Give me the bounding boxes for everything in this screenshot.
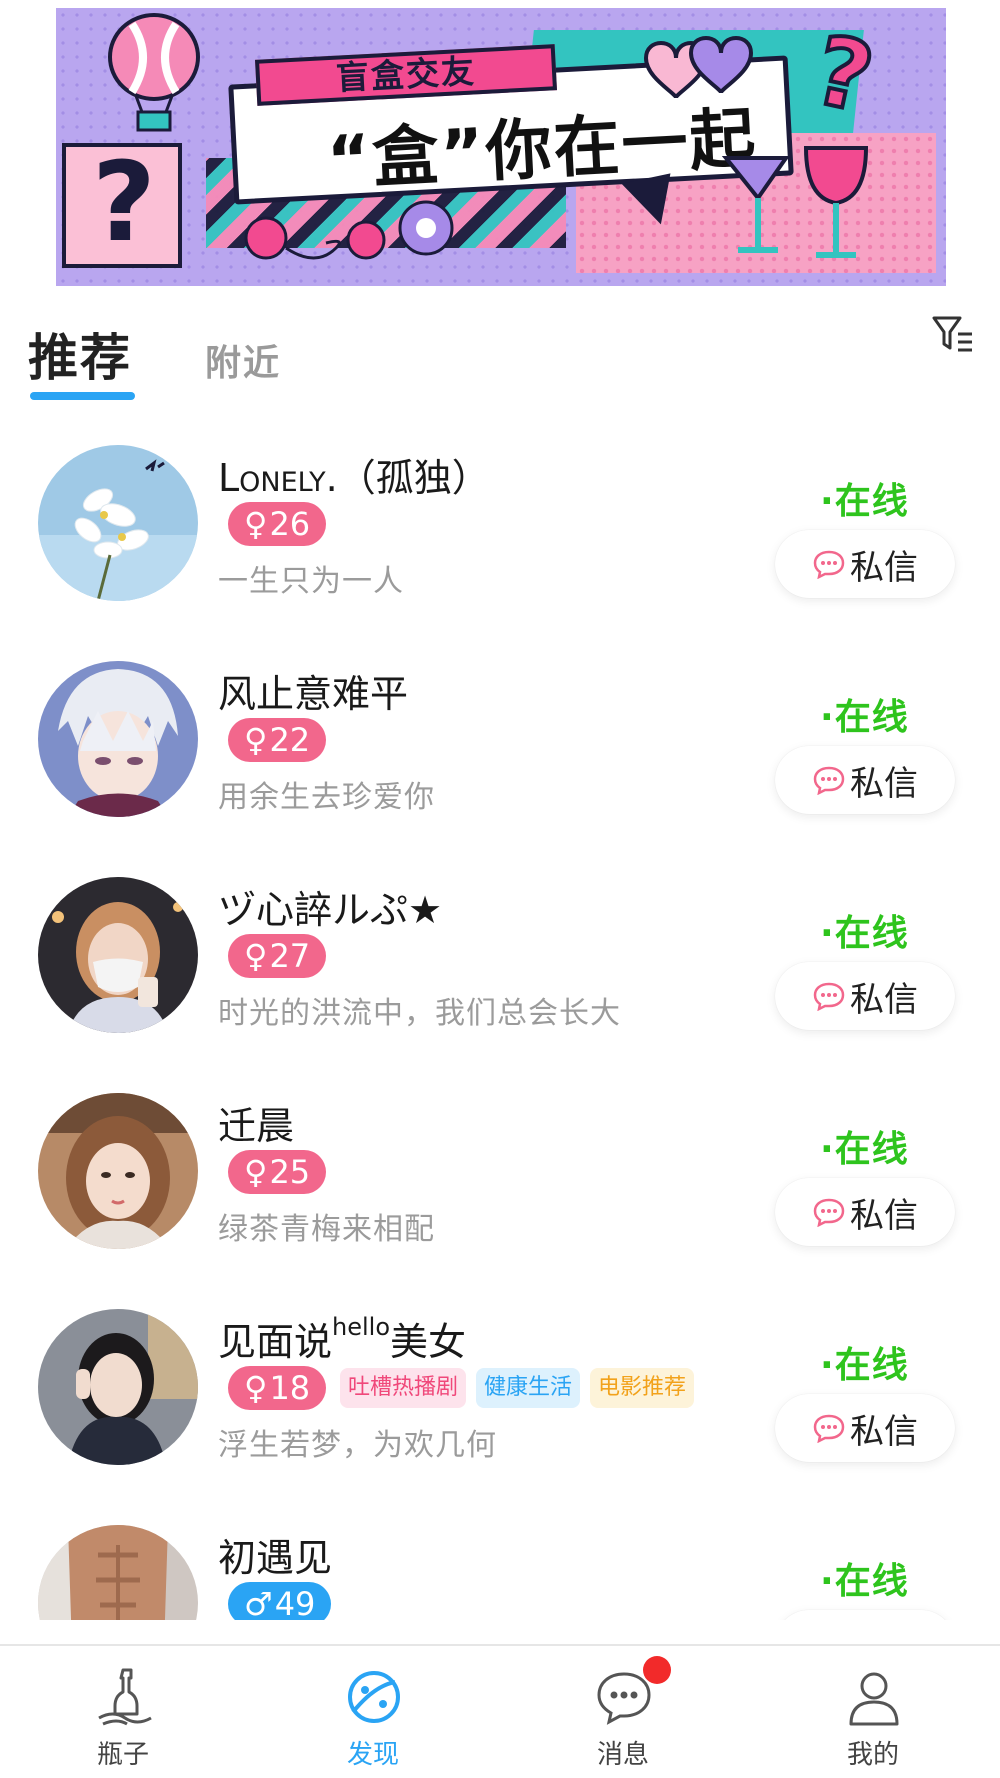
- profile-icon: [849, 1672, 899, 1726]
- username: 风止意难平: [218, 672, 409, 716]
- hearts-icon: [643, 36, 754, 99]
- user-card[interactable]: 初遇见 ♂49 ·在线 私信: [0, 1510, 1000, 1620]
- gender-age-badge: ♀ 18: [228, 1366, 327, 1410]
- user-card[interactable]: 风止意难平 ♀ 22 用余生去珍爱你 ·在线 私信: [0, 646, 1000, 862]
- private-message-button[interactable]: 私信: [775, 530, 955, 598]
- message-label: 私信: [850, 1620, 918, 1621]
- avatar[interactable]: [38, 661, 198, 817]
- chat-bubble-icon: [813, 1198, 845, 1227]
- age: 49: [274, 1585, 316, 1620]
- user-card[interactable]: ヅ心誶ルぷ★ ♀ 27 时光的洪流中，我们总会长大 ·在线 私信: [0, 862, 1000, 1078]
- cocktail-glasses-icon: [721, 146, 869, 258]
- billiard-balls-icon: [244, 200, 454, 260]
- female-icon: ♀: [244, 505, 268, 543]
- nav-label: 瓶子: [96, 1740, 149, 1770]
- private-message-button[interactable]: 私信: [775, 962, 955, 1030]
- message-label: 私信: [850, 1195, 918, 1236]
- online-status: ·在线: [820, 697, 909, 738]
- message-label: 私信: [850, 1411, 918, 1452]
- username: Lonely.（孤独）: [218, 456, 490, 500]
- avatar[interactable]: [38, 1093, 198, 1249]
- user-bio: 时光的洪流中，我们总会长大: [218, 996, 621, 1031]
- interest-tags: 吐槽热播剧 健康生活 电影推荐: [340, 1368, 695, 1408]
- online-status: ·在线: [820, 1561, 909, 1602]
- male-icon: ♂: [244, 1585, 273, 1620]
- bottle-icon: [98, 1668, 152, 1726]
- chat-bubble-icon: [813, 550, 845, 579]
- female-icon: ♀: [244, 721, 268, 759]
- avatar[interactable]: [38, 1309, 198, 1465]
- user-card[interactable]: Lonely.（孤独） ♀ 26 一生只为一人 ·在线 私信: [0, 430, 1000, 646]
- nav-bottle[interactable]: 瓶子: [48, 1646, 198, 1778]
- chat-bubble-icon: [813, 1414, 845, 1443]
- user-bio: 浮生若梦，为欢几何: [218, 1428, 497, 1463]
- age: 26: [269, 505, 311, 543]
- female-icon: ♀: [244, 937, 268, 975]
- private-message-button[interactable]: 私信: [775, 1394, 955, 1462]
- age: 25: [269, 1153, 311, 1191]
- user-bio: 绿茶青梅来相配: [218, 1212, 435, 1247]
- gender-age-badge: ♀ 26: [228, 502, 327, 546]
- female-icon: ♀: [244, 1153, 268, 1191]
- username: 见面说hello美女: [218, 1313, 467, 1364]
- planet-icon: [348, 1671, 400, 1723]
- nav-label: 发现: [346, 1740, 399, 1770]
- private-message-button[interactable]: 私信: [775, 1610, 955, 1620]
- private-message-button[interactable]: 私信: [775, 746, 955, 814]
- username: ヅ心誶ルぷ★: [218, 888, 443, 932]
- notification-dot: [643, 1656, 671, 1684]
- filter-icon[interactable]: [930, 312, 976, 358]
- message-label: 私信: [850, 979, 918, 1020]
- online-status: ·在线: [820, 481, 909, 522]
- private-message-button[interactable]: 私信: [775, 1178, 955, 1246]
- user-bio: 用余生去珍爱你: [218, 780, 435, 815]
- age: 18: [269, 1369, 311, 1407]
- female-icon: ♀: [244, 1369, 268, 1407]
- username: 初遇见: [218, 1536, 333, 1580]
- bottom-navigation: 瓶子 发现 消息 我的: [0, 1644, 1000, 1778]
- age: 27: [269, 937, 311, 975]
- nav-label: 消息: [596, 1740, 649, 1770]
- chat-bubble-icon: [813, 766, 845, 795]
- promo-banner[interactable]: ? 盲盒交友 “盒”你在一起 ?: [56, 8, 946, 286]
- avatar[interactable]: [38, 877, 198, 1033]
- online-status: ·在线: [820, 913, 909, 954]
- tab-nearby[interactable]: 附近: [205, 334, 281, 386]
- online-status: ·在线: [820, 1129, 909, 1170]
- user-list: Lonely.（孤独） ♀ 26 一生只为一人 ·在线 私信 风止意难平 ♀ 22: [0, 430, 1000, 1620]
- age: 22: [269, 721, 311, 759]
- gender-age-badge: ♂ 49: [228, 1582, 332, 1620]
- chat-bubble-icon: [813, 982, 845, 1011]
- interest-tag[interactable]: 健康生活: [476, 1368, 581, 1408]
- gender-age-badge: ♀ 22: [228, 718, 327, 762]
- avatar[interactable]: [38, 445, 198, 601]
- feed-tabs: 推荐 附近: [0, 300, 1000, 410]
- message-label: 私信: [850, 763, 918, 804]
- user-bio: 一生只为一人: [218, 564, 404, 599]
- user-card[interactable]: 迁晨 ♀ 25 绿茶青梅来相配 ·在线 私信: [0, 1078, 1000, 1294]
- gender-age-badge: ♀ 25: [228, 1150, 327, 1194]
- interest-tag[interactable]: 电影推荐: [590, 1368, 695, 1408]
- hot-air-balloon-icon: [108, 13, 200, 132]
- online-status: ·在线: [820, 1345, 909, 1386]
- message-label: 私信: [850, 547, 918, 588]
- interest-tag[interactable]: 吐槽热播剧: [340, 1368, 467, 1408]
- avatar[interactable]: [38, 1525, 198, 1620]
- nav-label: 我的: [846, 1740, 899, 1770]
- active-tab-indicator: [30, 392, 135, 400]
- nav-messages[interactable]: 消息: [548, 1646, 698, 1778]
- question-box-icon: ?: [62, 143, 182, 268]
- username: 迁晨: [218, 1104, 295, 1148]
- nav-discover[interactable]: 发现: [298, 1646, 448, 1778]
- tab-recommend[interactable]: 推荐: [28, 318, 132, 390]
- user-card[interactable]: 见面说hello美女 ♀ 18 吐槽热播剧 健康生活 电影推荐 浮生若梦，为欢几何…: [0, 1294, 1000, 1510]
- gender-age-badge: ♀ 27: [228, 934, 327, 978]
- nav-profile[interactable]: 我的: [798, 1646, 948, 1778]
